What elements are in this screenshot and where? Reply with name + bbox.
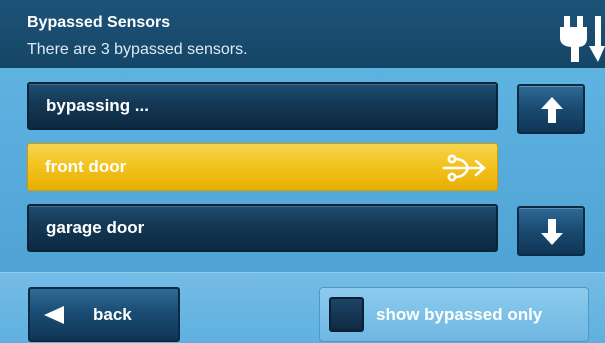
sensor-row-label: garage door: [46, 218, 145, 237]
sensor-row-label: front door: [45, 157, 127, 176]
power-plug-icon: [560, 16, 605, 62]
show-bypassed-only-toggle[interactable]: show bypassed only: [319, 287, 589, 342]
page-title: Bypassed Sensors: [27, 14, 171, 31]
arrow-down-icon: [541, 219, 563, 245]
sensor-row-front-door[interactable]: front door: [27, 143, 498, 191]
bypass-route-icon: [442, 154, 486, 182]
bypassed-sensors-screen: Bypassed Sensors There are 3 bypassed se…: [0, 0, 605, 343]
scroll-up-button[interactable]: [517, 84, 585, 134]
scroll-down-button[interactable]: [517, 206, 585, 256]
show-bypassed-only-label: show bypassed only: [376, 305, 543, 324]
show-bypassed-only-checkbox[interactable]: [329, 297, 364, 332]
bottom-bar: back show bypassed only: [0, 272, 605, 343]
triangle-left-icon: [44, 306, 64, 324]
back-button[interactable]: back: [28, 287, 180, 342]
page-subtitle: There are 3 bypassed sensors.: [27, 41, 248, 58]
sensor-row-label: bypassing ...: [46, 96, 149, 115]
sensor-row-bypassing[interactable]: bypassing ...: [27, 82, 498, 130]
sensor-row-garage-door[interactable]: garage door: [27, 204, 498, 252]
arrow-up-icon: [541, 97, 563, 123]
back-button-label: back: [93, 305, 132, 324]
header-bar: Bypassed Sensors There are 3 bypassed se…: [0, 0, 605, 69]
